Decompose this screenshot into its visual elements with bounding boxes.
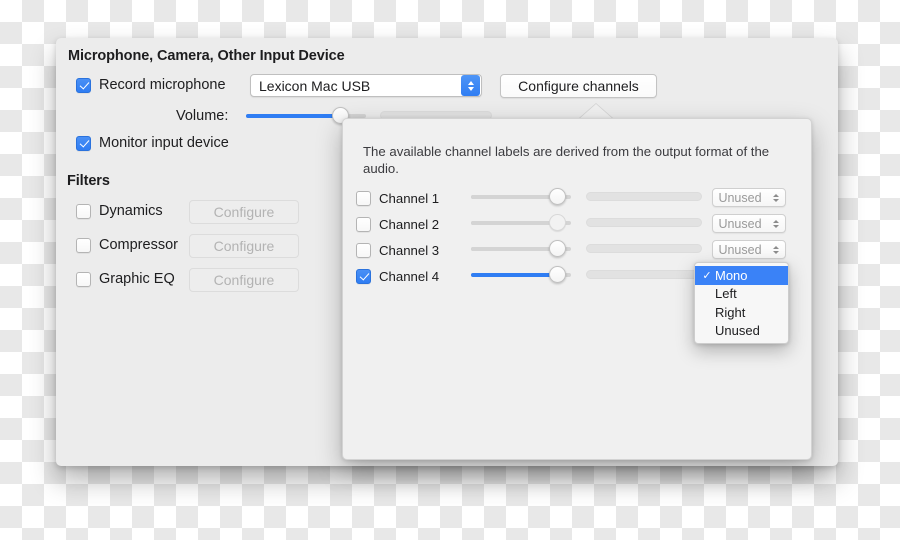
channel-3-assignment-value: Unused	[718, 242, 762, 257]
filter-compressor-label: Compressor	[99, 237, 178, 253]
channel-assignment-menu[interactable]: ✓ Mono Left Right Unused	[694, 262, 789, 344]
filter-graphic-eq-configure-button[interactable]: Configure	[189, 268, 299, 292]
channel-2-slider-fill	[471, 221, 557, 225]
channel-1-assignment-value: Unused	[718, 190, 762, 205]
channel-3-checkbox[interactable]	[356, 242, 371, 258]
menu-item-left[interactable]: Left	[695, 285, 788, 304]
filter-dynamics-configure-button[interactable]: Configure	[189, 200, 299, 224]
channel-2-slider-knob[interactable]	[549, 214, 566, 231]
channel-4-label: Channel 4	[379, 268, 440, 284]
channel-1-slider-knob[interactable]	[549, 188, 566, 205]
menu-item-right-label: Right	[715, 304, 746, 320]
chevron-updown-icon[interactable]	[769, 219, 782, 228]
channel-3-label: Channel 3	[379, 242, 440, 258]
record-microphone-checkbox-row[interactable]: Record microphone	[76, 77, 226, 93]
channel-2-slider[interactable]	[471, 214, 571, 232]
filter-graphic-eq-checkbox-row[interactable]: Graphic EQ	[76, 271, 175, 287]
channel-3-level-meter	[586, 244, 702, 253]
menu-item-mono[interactable]: ✓ Mono	[695, 266, 788, 285]
menu-item-mono-label: Mono	[715, 267, 748, 283]
channel-3-assignment-select[interactable]: Unused	[712, 240, 786, 259]
channel-4-level-meter	[586, 270, 702, 279]
volume-label: Volume:	[176, 108, 229, 124]
page-title: Microphone, Camera, Other Input Device	[68, 48, 345, 64]
channel-1-assignment-select[interactable]: Unused	[712, 188, 786, 207]
channel-4-slider[interactable]	[471, 266, 571, 284]
input-device-select[interactable]: Lexicon Mac USB	[250, 74, 482, 97]
configure-channels-button[interactable]: Configure channels	[500, 74, 657, 98]
filter-compressor-configure-button[interactable]: Configure	[189, 234, 299, 258]
channel-2-level-meter	[586, 218, 702, 227]
channel-2-assignment-select[interactable]: Unused	[712, 214, 786, 233]
chevron-updown-icon[interactable]	[461, 75, 480, 96]
filter-compressor-checkbox-row[interactable]: Compressor	[76, 237, 178, 253]
volume-slider-fill	[246, 114, 340, 118]
channel-1-label: Channel 1	[379, 190, 440, 206]
menu-item-left-label: Left	[715, 286, 737, 302]
chevron-updown-icon[interactable]	[769, 245, 782, 254]
channel-1-level-meter	[586, 192, 702, 201]
channel-4-slider-knob[interactable]	[549, 266, 566, 283]
menu-item-unused-label: Unused	[715, 323, 760, 339]
filter-compressor-checkbox[interactable]	[76, 237, 91, 253]
channel-2-checkbox[interactable]	[356, 216, 371, 232]
record-microphone-label: Record microphone	[99, 77, 226, 93]
channel-4-checkbox[interactable]	[356, 268, 371, 284]
record-microphone-checkbox[interactable]	[76, 77, 91, 93]
channel-3-slider[interactable]	[471, 240, 571, 258]
channel-3-slider-knob[interactable]	[549, 240, 566, 257]
channel-2-assignment-value: Unused	[718, 216, 762, 231]
monitor-input-device-checkbox-row[interactable]: Monitor input device	[76, 135, 229, 151]
channel-2-label: Channel 2	[379, 216, 440, 232]
menu-item-unused[interactable]: Unused	[695, 322, 788, 341]
monitor-input-device-checkbox[interactable]	[76, 135, 91, 151]
filter-graphic-eq-checkbox[interactable]	[76, 271, 91, 287]
chevron-updown-icon[interactable]	[769, 193, 782, 202]
checkmark-icon: ✓	[702, 269, 712, 282]
popover-arrow-icon	[579, 104, 613, 119]
channel-1-checkbox[interactable]	[356, 190, 371, 206]
channel-4-slider-fill	[471, 273, 557, 277]
channel-3-slider-fill	[471, 247, 557, 251]
channel-1-slider[interactable]	[471, 188, 571, 206]
filter-dynamics-checkbox[interactable]	[76, 203, 91, 219]
filter-dynamics-label: Dynamics	[99, 203, 163, 219]
monitor-input-device-label: Monitor input device	[99, 135, 229, 151]
filter-graphic-eq-label: Graphic EQ	[99, 271, 175, 287]
channel-1-slider-fill	[471, 195, 557, 199]
filters-title: Filters	[67, 173, 110, 189]
popover-description: The available channel labels are derived…	[363, 144, 770, 176]
menu-item-right[interactable]: Right	[695, 303, 788, 322]
input-device-value: Lexicon Mac USB	[259, 77, 371, 94]
filter-dynamics-checkbox-row[interactable]: Dynamics	[76, 203, 163, 219]
